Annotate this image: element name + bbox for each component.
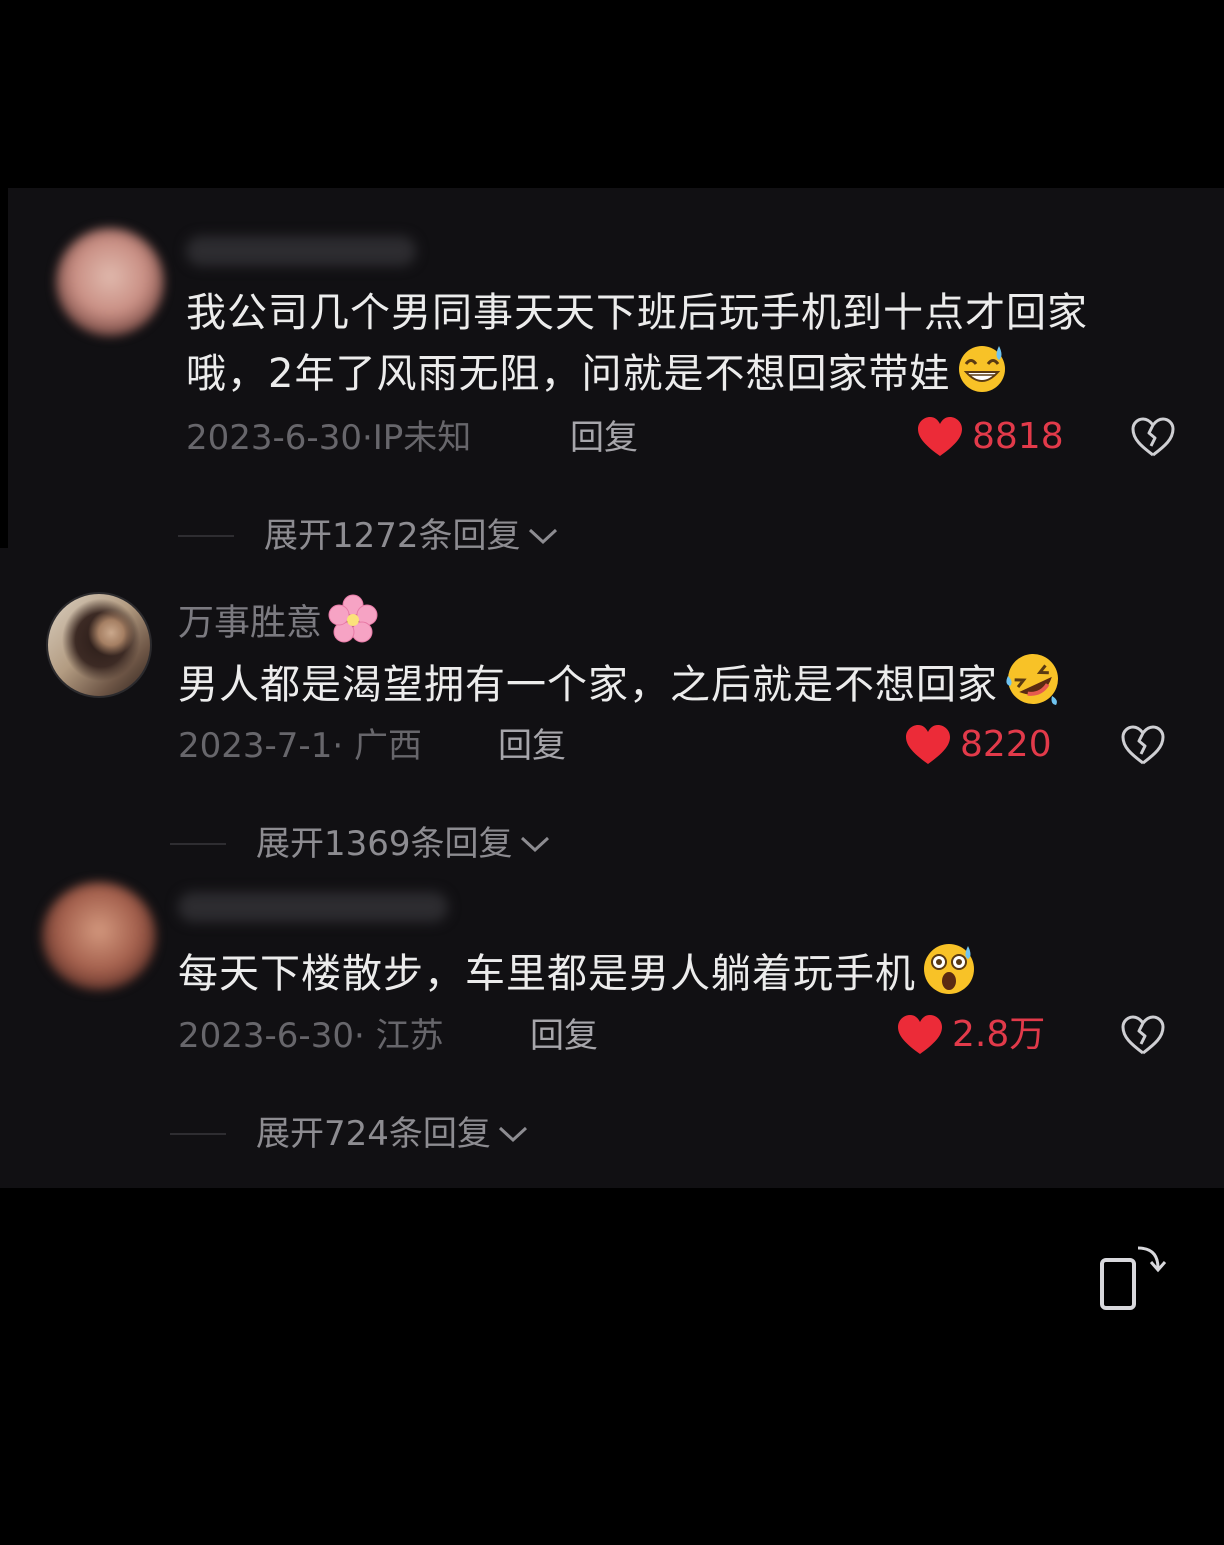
- expand-replies-label: 展开1272条回复: [264, 516, 521, 556]
- grinning-sweat-emoji: [954, 342, 1010, 410]
- like-button[interactable]: 8220: [904, 724, 1052, 766]
- comment-meta: 2023-6-30· 江苏: [178, 1016, 444, 1056]
- like-button[interactable]: 8818: [916, 416, 1064, 458]
- like-count: 8220: [960, 724, 1052, 765]
- username-blurred[interactable]: [178, 892, 448, 922]
- chevron-down-icon: [520, 836, 549, 853]
- username[interactable]: 万事胜意: [178, 594, 378, 655]
- comment-meta: 2023-7-1· 广西: [178, 726, 422, 766]
- expand-replies-label: 展开724条回复: [256, 1114, 491, 1154]
- reply-button[interactable]: 回复: [498, 726, 566, 766]
- comment-text-line: 哦，2年了风雨无阻，问就是不想回家带娃: [186, 342, 1010, 410]
- heart-icon: [918, 417, 962, 456]
- cherry-blossom-emoji: [328, 594, 378, 655]
- expand-replies-button[interactable]: 展开1272条回复: [178, 516, 559, 556]
- reply-button[interactable]: 回复: [570, 418, 638, 458]
- expand-replies-label: 展开1369条回复: [256, 824, 513, 864]
- screenshot-viewer: 我公司几个男同事天天下班后玩手机到十点才回家 哦，2年了风雨无阻，问就是不想回家…: [0, 0, 1224, 1545]
- like-count: 8818: [972, 416, 1064, 457]
- username-blurred[interactable]: [186, 236, 416, 266]
- comment-text-line: 男人都是渴望拥有一个家，之后就是不想回家: [178, 650, 1064, 724]
- reply-button[interactable]: 回复: [530, 1016, 598, 1056]
- rotate-screen-icon[interactable]: [1094, 1242, 1168, 1316]
- chevron-down-icon: [498, 1126, 527, 1143]
- heart-icon: [898, 1015, 942, 1054]
- broken-heart-icon[interactable]: [1130, 416, 1176, 458]
- astonished-emoji: [920, 940, 978, 1012]
- broken-heart-icon[interactable]: [1120, 724, 1166, 766]
- like-count: 2.8万: [952, 1014, 1046, 1055]
- divider-line: [170, 1133, 226, 1135]
- avatar-blurred[interactable]: [42, 882, 156, 990]
- divider-line: [178, 535, 234, 537]
- expand-replies-button[interactable]: 展开724条回复: [170, 1114, 529, 1154]
- comment-meta: 2023-6-30·IP未知: [186, 418, 472, 458]
- comment-text-line: 我公司几个男同事天天下班后玩手机到十点才回家: [186, 290, 1088, 336]
- rolling-laughing-emoji: [1002, 650, 1064, 724]
- comment-text-line: 每天下楼散步，车里都是男人躺着玩手机: [178, 940, 978, 1012]
- expand-replies-button[interactable]: 展开1369条回复: [170, 824, 551, 864]
- avatar-blurred[interactable]: [56, 228, 164, 336]
- chevron-down-icon: [528, 528, 557, 545]
- like-button[interactable]: 2.8万: [896, 1014, 1045, 1056]
- heart-icon: [906, 725, 950, 764]
- broken-heart-icon[interactable]: [1120, 1014, 1166, 1056]
- divider-line: [170, 843, 226, 845]
- avatar[interactable]: [46, 592, 152, 698]
